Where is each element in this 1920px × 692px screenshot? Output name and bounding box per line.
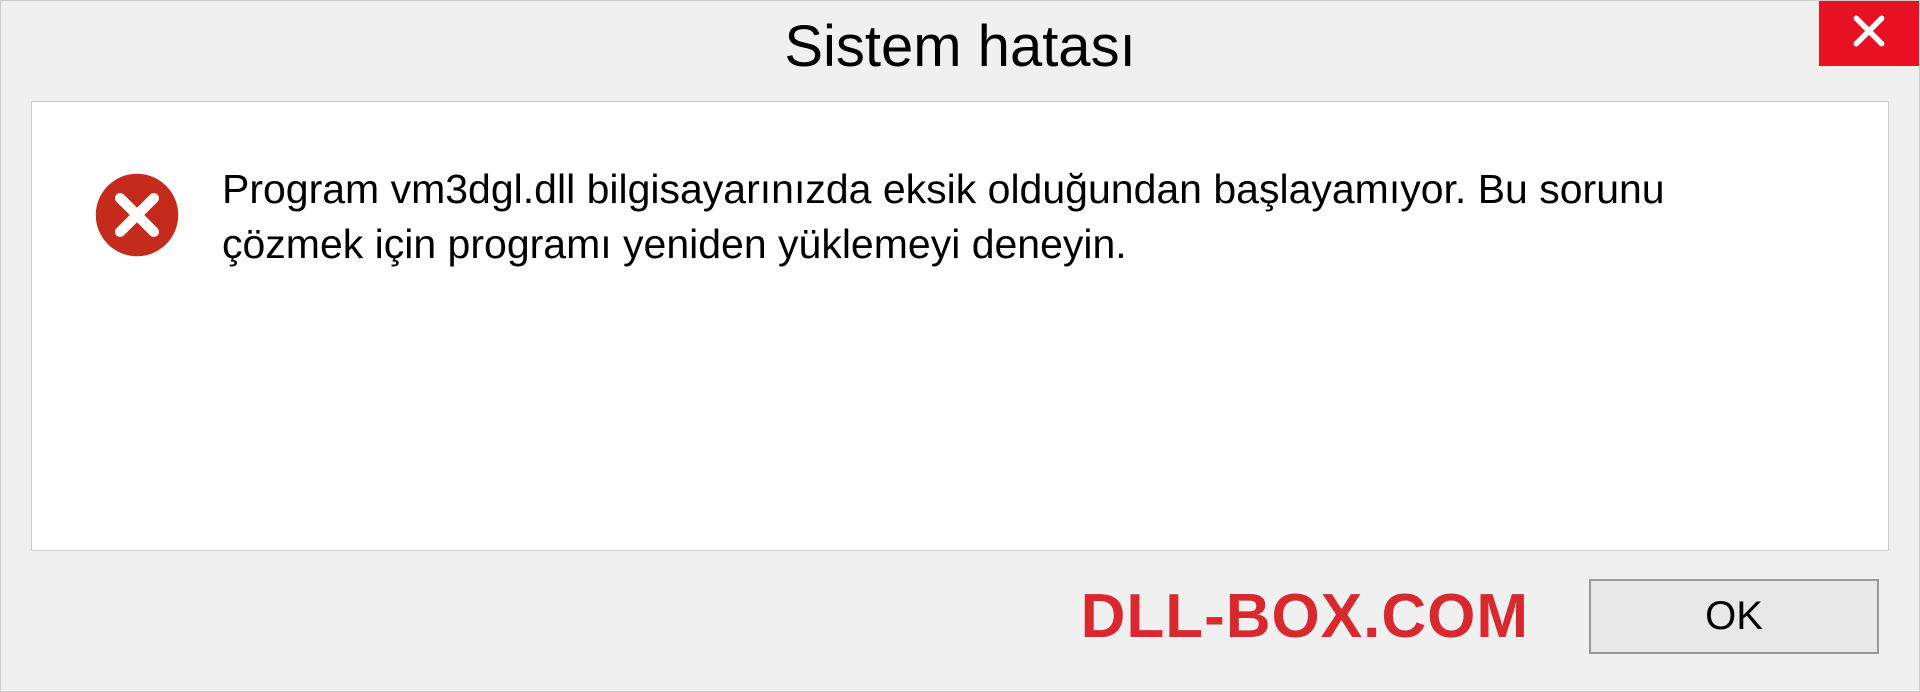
content-panel: Program vm3dgl.dll bilgisayarınızda eksi…: [31, 101, 1889, 551]
error-message: Program vm3dgl.dll bilgisayarınızda eksi…: [222, 162, 1838, 273]
titlebar: Sistem hatası: [1, 1, 1919, 91]
error-icon: [92, 170, 182, 260]
ok-button[interactable]: OK: [1589, 579, 1879, 654]
close-icon: [1850, 12, 1888, 55]
ok-button-label: OK: [1705, 594, 1763, 639]
close-button[interactable]: [1819, 1, 1919, 66]
dialog-title: Sistem hatası: [784, 13, 1135, 80]
watermark-text: DLL-BOX.COM: [1081, 581, 1529, 652]
dialog-footer: DLL-BOX.COM OK: [1, 561, 1919, 691]
error-dialog-window: Sistem hatası Program vm3dgl.dll bilgisa…: [0, 0, 1920, 692]
